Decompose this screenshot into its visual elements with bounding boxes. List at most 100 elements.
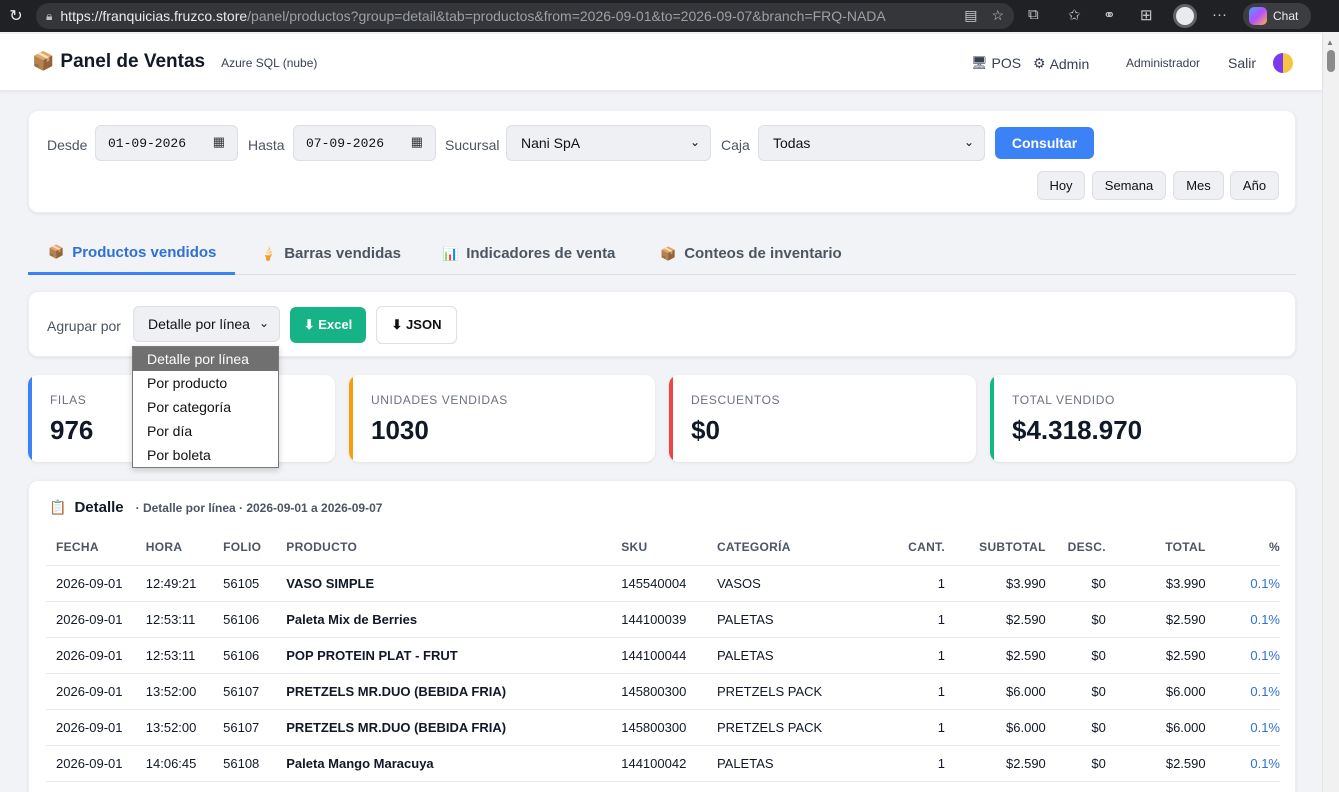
collections-icon[interactable]: ⚭ [1103, 6, 1116, 24]
cell-hora: 13:52:00 [145, 673, 224, 710]
tab-label: Indicadores de venta [466, 245, 616, 262]
profile-avatar[interactable] [1173, 4, 1197, 28]
calendar-icon[interactable]: ▦ [213, 135, 225, 150]
quick-year-button[interactable]: Año [1230, 171, 1279, 200]
quick-week-button[interactable]: Semana [1092, 171, 1166, 200]
group-option-boleta[interactable]: Por boleta [133, 443, 278, 467]
box-icon: 📦 [48, 244, 65, 259]
group-option-producto[interactable]: Por producto [133, 371, 278, 395]
tab-productos-vendidos[interactable]: 📦 Productos vendidos [28, 232, 235, 275]
col-subtotal[interactable]: SUBTOTAL [944, 529, 1046, 566]
table-header-row: FECHA HORA FOLIO PRODUCTO SKU CATEGORÍA … [46, 529, 1280, 566]
group-by-select[interactable]: Detalle por línea ⌄ [133, 306, 280, 342]
to-date-input[interactable]: 07-09-2026 ▦ [293, 125, 436, 161]
col-hora[interactable]: HORA [145, 529, 224, 566]
detail-card: 📋 Detalle · Detalle por línea · 2026-09-… [28, 480, 1296, 792]
register-value: Todas [773, 135, 811, 151]
cell-desc: $0 [1045, 565, 1106, 602]
tab-conteos-de-inventario[interactable]: 📦 Conteos de inventario [660, 232, 842, 275]
apps-icon[interactable]: ⊞ [1140, 6, 1153, 24]
user-name: Administrador [1126, 56, 1201, 70]
quick-today-button[interactable]: Hoy [1037, 171, 1085, 200]
export-json-button[interactable]: ⬇ JSON [376, 306, 457, 344]
cell-total: $2.590 [1105, 745, 1206, 782]
cell-categoria: PRETZELS PACK [716, 709, 870, 746]
cell-fecha: 2026-09-01 [46, 565, 146, 602]
app-header: 📦 Panel de Ventas Azure SQL (nube) 🖥 POS… [0, 34, 1322, 91]
stat-card-discounts: DESCUENTOS $0 [669, 375, 976, 462]
reader-mode-icon[interactable]: ▤ [964, 7, 977, 24]
cell-total: $6.000 [1105, 673, 1206, 710]
more-menu-icon[interactable]: ··· [1212, 6, 1227, 23]
theme-toggle-icon[interactable] [1273, 53, 1293, 73]
cell-total: $2.590 [1105, 601, 1206, 638]
filters-card: Desde 01-09-2026 ▦ Hasta 07-09-2026 ▦ Su… [28, 110, 1296, 213]
cell-cant: 1 [869, 673, 945, 710]
tab-label: Conteos de inventario [684, 245, 842, 262]
cell-sku: 145800300 [621, 709, 717, 746]
cell-cant: 1 [869, 745, 945, 782]
col-desc[interactable]: DESC. [1045, 529, 1106, 566]
calendar-icon[interactable]: ▦ [411, 135, 423, 150]
group-option-categoria[interactable]: Por categoría [133, 395, 278, 419]
cell-fecha: 2026-09-01 [46, 745, 146, 782]
group-option-detalle[interactable]: Detalle por línea [133, 347, 278, 371]
col-fecha[interactable]: FECHA [46, 529, 146, 566]
group-option-dia[interactable]: Por día [133, 419, 278, 443]
stat-value: 976 [50, 415, 94, 445]
col-total[interactable]: TOTAL [1105, 529, 1206, 566]
tab-indicadores-de-venta[interactable]: 📊 Indicadores de venta [442, 232, 615, 275]
cell-desc: $0 [1045, 745, 1106, 782]
chat-label: Chat [1273, 9, 1299, 23]
col-sku[interactable]: SKU [621, 529, 717, 566]
group-by-value: Detalle por línea [148, 316, 250, 332]
chat-button[interactable]: Chat [1243, 3, 1311, 29]
url-host: https://franquicias.fruzco.store [60, 8, 248, 24]
logout-link[interactable]: Salir [1228, 55, 1256, 71]
stat-accent-bar [669, 375, 673, 462]
nav-pos-label: POS [991, 55, 1022, 71]
col-categoria[interactable]: CATEGORÍA [716, 529, 870, 566]
table-row: 2026-09-01 13:52:00 56107 PRETZELS MR.DUO (… [46, 709, 1280, 746]
cell-categoria: PALETAS [716, 745, 870, 782]
cell-pct: 0.1% [1205, 565, 1280, 602]
address-bar[interactable]: 🔒︎ https://franquicias.fruzco.store/pane… [36, 3, 1014, 29]
cell-desc: $0 [1045, 673, 1106, 710]
col-producto[interactable]: PRODUCTO [286, 529, 622, 566]
cell-categoria: PRETZELS PACK [716, 673, 870, 710]
cell-folio: 56107 [223, 673, 287, 710]
stat-value: 1030 [371, 415, 429, 445]
favorite-star-icon[interactable]: ☆ [991, 7, 1004, 24]
tab-barras-vendidas[interactable]: 🍦 Barras vendidas [260, 232, 401, 275]
table-row: 2026-09-01 12:49:21 56105 VASO SIMPLE 145540… [46, 565, 1280, 602]
chart-icon: 📊 [442, 245, 459, 261]
cell-total: $3.990 [1105, 565, 1206, 602]
consultar-button[interactable]: Consultar [995, 127, 1094, 159]
monitor-icon: 🖥 [971, 55, 988, 70]
from-date-input[interactable]: 01-09-2026 ▦ [95, 125, 238, 161]
branch-select[interactable]: Nani SpA ⌄ [506, 125, 711, 161]
scrollbar-thumb[interactable] [1327, 50, 1335, 72]
cell-categoria: PALETAS [716, 637, 870, 674]
col-folio[interactable]: FOLIO [223, 529, 287, 566]
register-select[interactable]: Todas ⌄ [758, 125, 985, 161]
tab-label: Productos vendidos [72, 243, 217, 261]
site-info-icon[interactable]: 🔒︎ [46, 9, 52, 24]
branch-value: Nani SpA [521, 135, 581, 151]
stat-accent-bar [990, 375, 994, 462]
browser-toolbar: ↻ 🔒︎ https://franquicias.fruzco.store/pa… [0, 0, 1339, 32]
cell-subtotal: $2.590 [944, 637, 1046, 674]
page-scrollbar[interactable]: ▲ [1322, 32, 1339, 792]
export-excel-button[interactable]: ⬇ Excel [290, 307, 366, 343]
nav-pos-link[interactable]: 🖥 POS [971, 55, 1021, 71]
stat-card-total-sold: TOTAL VENDIDO $4.318.970 [990, 375, 1296, 462]
nav-admin-link[interactable]: ⚙ Admin [1033, 55, 1089, 72]
col-cant[interactable]: CANT. [869, 529, 945, 566]
col-pct[interactable]: % [1205, 529, 1280, 566]
favorites-icon[interactable]: ✩ [1068, 6, 1081, 24]
quick-month-button[interactable]: Mes [1173, 171, 1224, 200]
reload-icon[interactable]: ↻ [0, 6, 32, 26]
extensions-icon[interactable]: ⧉ [1028, 6, 1039, 23]
scroll-up-icon[interactable]: ▲ [1326, 38, 1334, 47]
brand: 📦 Panel de Ventas Azure SQL (nube) [32, 51, 317, 73]
